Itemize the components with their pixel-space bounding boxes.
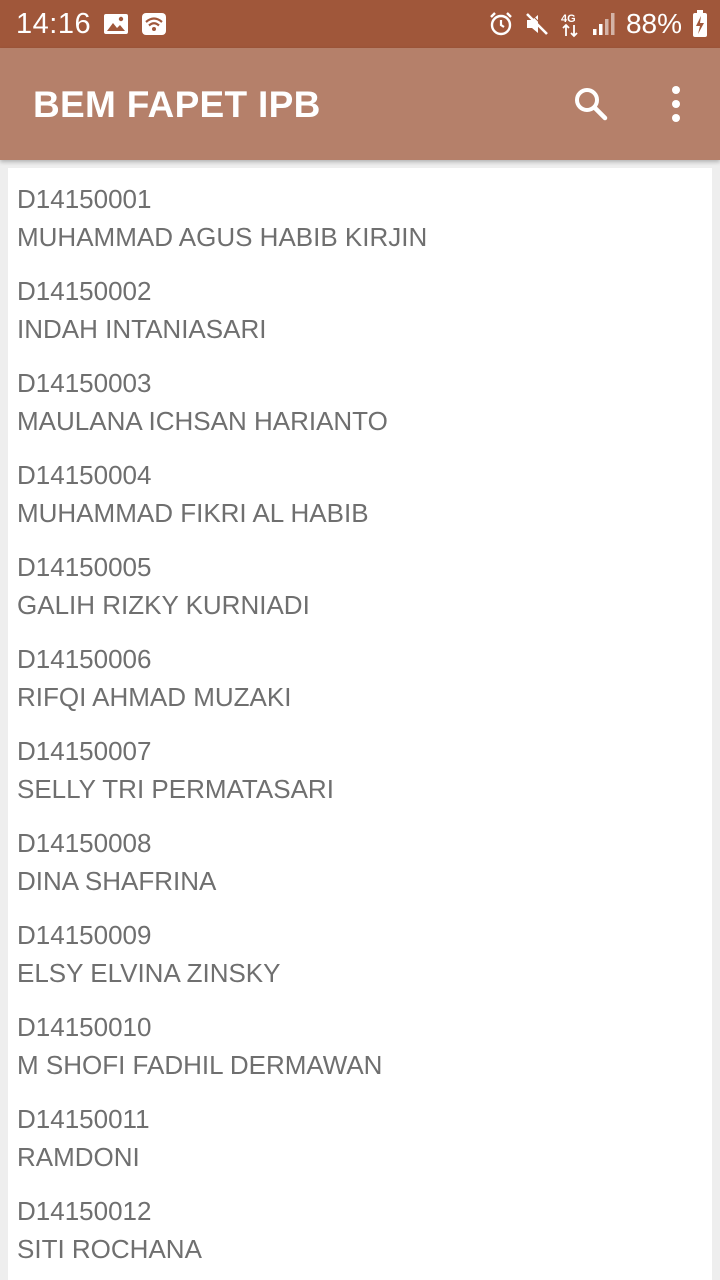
student-nim: D14150002 xyxy=(17,276,152,306)
student-name: INDAH INTANIASARI xyxy=(17,314,267,344)
list-item[interactable]: D14150002 INDAH INTANIASARI xyxy=(8,260,712,352)
student-nim: D14150010 xyxy=(17,1012,152,1042)
student-nim: D14150004 xyxy=(17,460,152,490)
wifi-icon xyxy=(141,12,167,36)
student-nim: D14150003 xyxy=(17,368,152,398)
list-item[interactable]: D14150008 DINA SHAFRINA xyxy=(8,812,712,904)
search-button[interactable] xyxy=(563,76,619,132)
list-item[interactable]: D14150006 RIFQI AHMAD MUZAKI xyxy=(8,628,712,720)
list-item[interactable]: D14150011 RAMDONI xyxy=(8,1088,712,1180)
status-time: 14:16 xyxy=(16,7,92,40)
student-name: DINA SHAFRINA xyxy=(17,866,217,896)
student-name: SITI ROCHANA xyxy=(17,1234,202,1264)
student-nim: D14150005 xyxy=(17,552,152,582)
list-item[interactable]: D14150007 SELLY TRI PERMATASARI xyxy=(8,720,712,812)
student-nim: D14150009 xyxy=(17,920,152,950)
student-name: MAULANA ICHSAN HARIANTO xyxy=(17,406,388,436)
network-label: 4G xyxy=(561,13,576,25)
list-item[interactable]: D14150012 SITI ROCHANA xyxy=(8,1180,712,1272)
app-title: BEM FAPET IPB xyxy=(33,84,321,125)
student-nim: D14150007 xyxy=(17,736,152,766)
student-nim: D14150006 xyxy=(17,644,152,674)
more-vert-icon xyxy=(672,86,680,122)
app-bar: BEM FAPET IPB xyxy=(0,48,720,160)
4g-icon: 4G xyxy=(560,10,582,38)
student-name: MUHAMMAD AGUS HABIB KIRJIN xyxy=(17,222,428,252)
search-icon xyxy=(575,88,608,121)
image-icon xyxy=(103,12,129,36)
overflow-menu-button[interactable] xyxy=(648,76,704,132)
list-item[interactable]: D14150009 ELSY ELVINA ZINSKY xyxy=(8,904,712,996)
list-item[interactable]: D14150004 MUHAMMAD FIKRI AL HABIB xyxy=(8,444,712,536)
student-nim: D14150008 xyxy=(17,828,152,858)
student-name: RIFQI AHMAD MUZAKI xyxy=(17,682,292,712)
mute-icon xyxy=(524,11,550,37)
list-item[interactable]: D14150005 GALIH RIZKY KURNIADI xyxy=(8,536,712,628)
student-nim: D14150011 xyxy=(17,1104,150,1134)
student-list[interactable]: D14150001 MUHAMMAD AGUS HABIB KIRJIN D14… xyxy=(8,168,712,1280)
battery-percent: 88% xyxy=(625,8,682,39)
status-bar: 14:16 4G 88% xyxy=(0,0,720,48)
student-nim: D14150001 xyxy=(17,184,152,214)
student-nim: D14150012 xyxy=(17,1196,152,1226)
student-name: RAMDONI xyxy=(17,1142,140,1172)
signal-icon xyxy=(592,11,616,37)
student-name: GALIH RIZKY KURNIADI xyxy=(17,590,310,620)
student-name: M SHOFI FADHIL DERMAWAN xyxy=(17,1050,383,1080)
student-name: MUHAMMAD FIKRI AL HABIB xyxy=(17,498,369,528)
list-item[interactable]: D14150003 MAULANA ICHSAN HARIANTO xyxy=(8,352,712,444)
student-name: ELSY ELVINA ZINSKY xyxy=(17,958,281,988)
list-item[interactable]: D14150010 M SHOFI FADHIL DERMAWAN xyxy=(8,996,712,1088)
alarm-icon xyxy=(488,11,514,37)
battery-charging-icon xyxy=(692,10,708,38)
student-name: SELLY TRI PERMATASARI xyxy=(17,774,334,804)
list-item[interactable]: D14150001 MUHAMMAD AGUS HABIB KIRJIN xyxy=(8,168,712,260)
